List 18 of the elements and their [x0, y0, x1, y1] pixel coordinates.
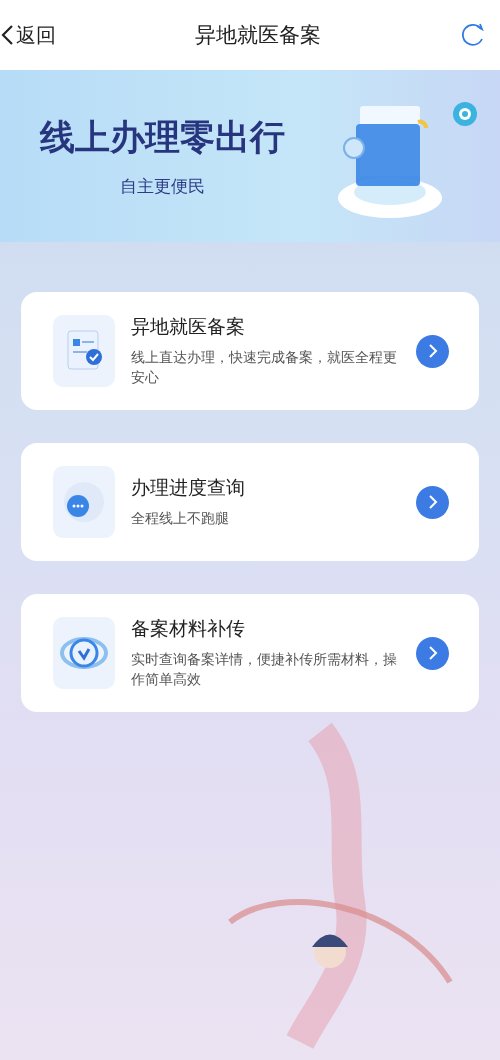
- chevron-right-button[interactable]: [416, 334, 449, 368]
- service-card[interactable]: 异地就医备案 线上直达办理，快速完成备案，就医全程更安心: [21, 292, 479, 410]
- banner-headline: 线上办理零出行: [40, 116, 285, 159]
- back-button[interactable]: 返回: [0, 21, 56, 49]
- service-title: 办理进度查询: [131, 475, 246, 501]
- banner-subtitle: 自主更便民: [120, 175, 205, 198]
- chevron-right-button[interactable]: [416, 636, 449, 670]
- chevron-right-button[interactable]: [416, 485, 449, 519]
- service-card[interactable]: 办理进度查询 全程线上不跑腿: [21, 443, 479, 561]
- page-title: 异地就医备案: [195, 22, 321, 49]
- service-title: 备案材料补传: [131, 616, 246, 642]
- service-description: 实时查询备案详情，便捷补传所需材料，操作简单高效: [131, 650, 398, 689]
- service-card[interactable]: 备案材料补传 实时查询备案详情，便捷补传所需材料，操作简单高效: [21, 594, 479, 712]
- service-description: 全程线上不跑腿: [131, 509, 230, 529]
- chevron-left-icon: [0, 24, 14, 46]
- service-title: 异地就医备案: [131, 314, 246, 340]
- service-description: 线上直达办理，快速完成备案，就医全程更安心: [131, 348, 398, 387]
- refresh-icon[interactable]: [460, 22, 486, 48]
